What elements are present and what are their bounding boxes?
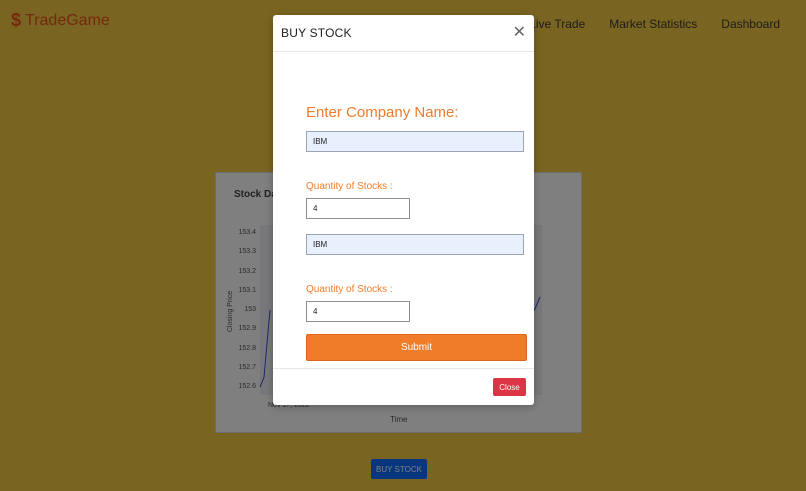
company-name-input-2[interactable] — [306, 234, 524, 255]
quantity-label-2: Quantity of Stocks : — [306, 284, 393, 295]
close-icon[interactable]: ✕ — [513, 24, 526, 40]
modal-header: BUY STOCK ✕ — [273, 15, 534, 52]
quantity-input-1[interactable] — [306, 198, 410, 219]
company-name-label: Enter Company Name: — [306, 104, 459, 121]
company-name-input-1[interactable] — [306, 131, 524, 152]
close-button[interactable]: Close — [493, 378, 526, 396]
modal-footer: Close — [273, 368, 534, 405]
modal-body: Enter Company Name: Quantity of Stocks :… — [273, 51, 534, 369]
quantity-label-1: Quantity of Stocks : — [306, 181, 393, 192]
modal-title: BUY STOCK — [281, 26, 352, 40]
buy-stock-modal: BUY STOCK ✕ Enter Company Name: Quantity… — [273, 15, 534, 405]
quantity-input-2[interactable] — [306, 301, 410, 322]
submit-button[interactable]: Submit — [306, 334, 527, 361]
